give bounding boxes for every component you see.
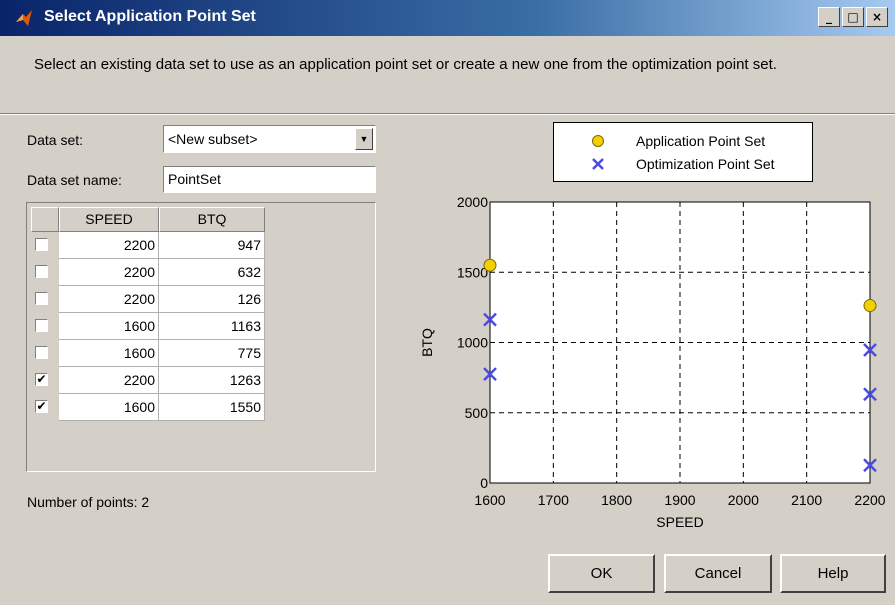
x-tick-label: 1600: [474, 492, 505, 508]
scatter-chart: 1600 1700 1800 1900 2000 2100 2200 0 500 1000 1500…: [419, 194, 886, 530]
x-tick-label: 1800: [601, 492, 632, 508]
x-tick-label: 1700: [538, 492, 569, 508]
y-tick-label: 500: [465, 405, 489, 421]
help-button[interactable]: Help: [780, 554, 886, 593]
y-tick-label: 1500: [457, 264, 488, 280]
x-tick-label: 2100: [791, 492, 822, 508]
y-tick-label: 0: [480, 475, 488, 491]
application-point: [863, 299, 877, 313]
ok-button[interactable]: OK: [548, 554, 655, 593]
application-point: [483, 258, 497, 272]
y-axis-label: BTQ: [419, 328, 435, 357]
cancel-button[interactable]: Cancel: [664, 554, 772, 593]
x-axis-label: SPEED: [656, 514, 703, 530]
x-tick-label: 1900: [664, 492, 695, 508]
y-tick-label: 2000: [457, 194, 488, 210]
x-tick-label: 2200: [854, 492, 885, 508]
y-tick-label: 1000: [457, 335, 488, 351]
x-tick-label: 2000: [728, 492, 759, 508]
